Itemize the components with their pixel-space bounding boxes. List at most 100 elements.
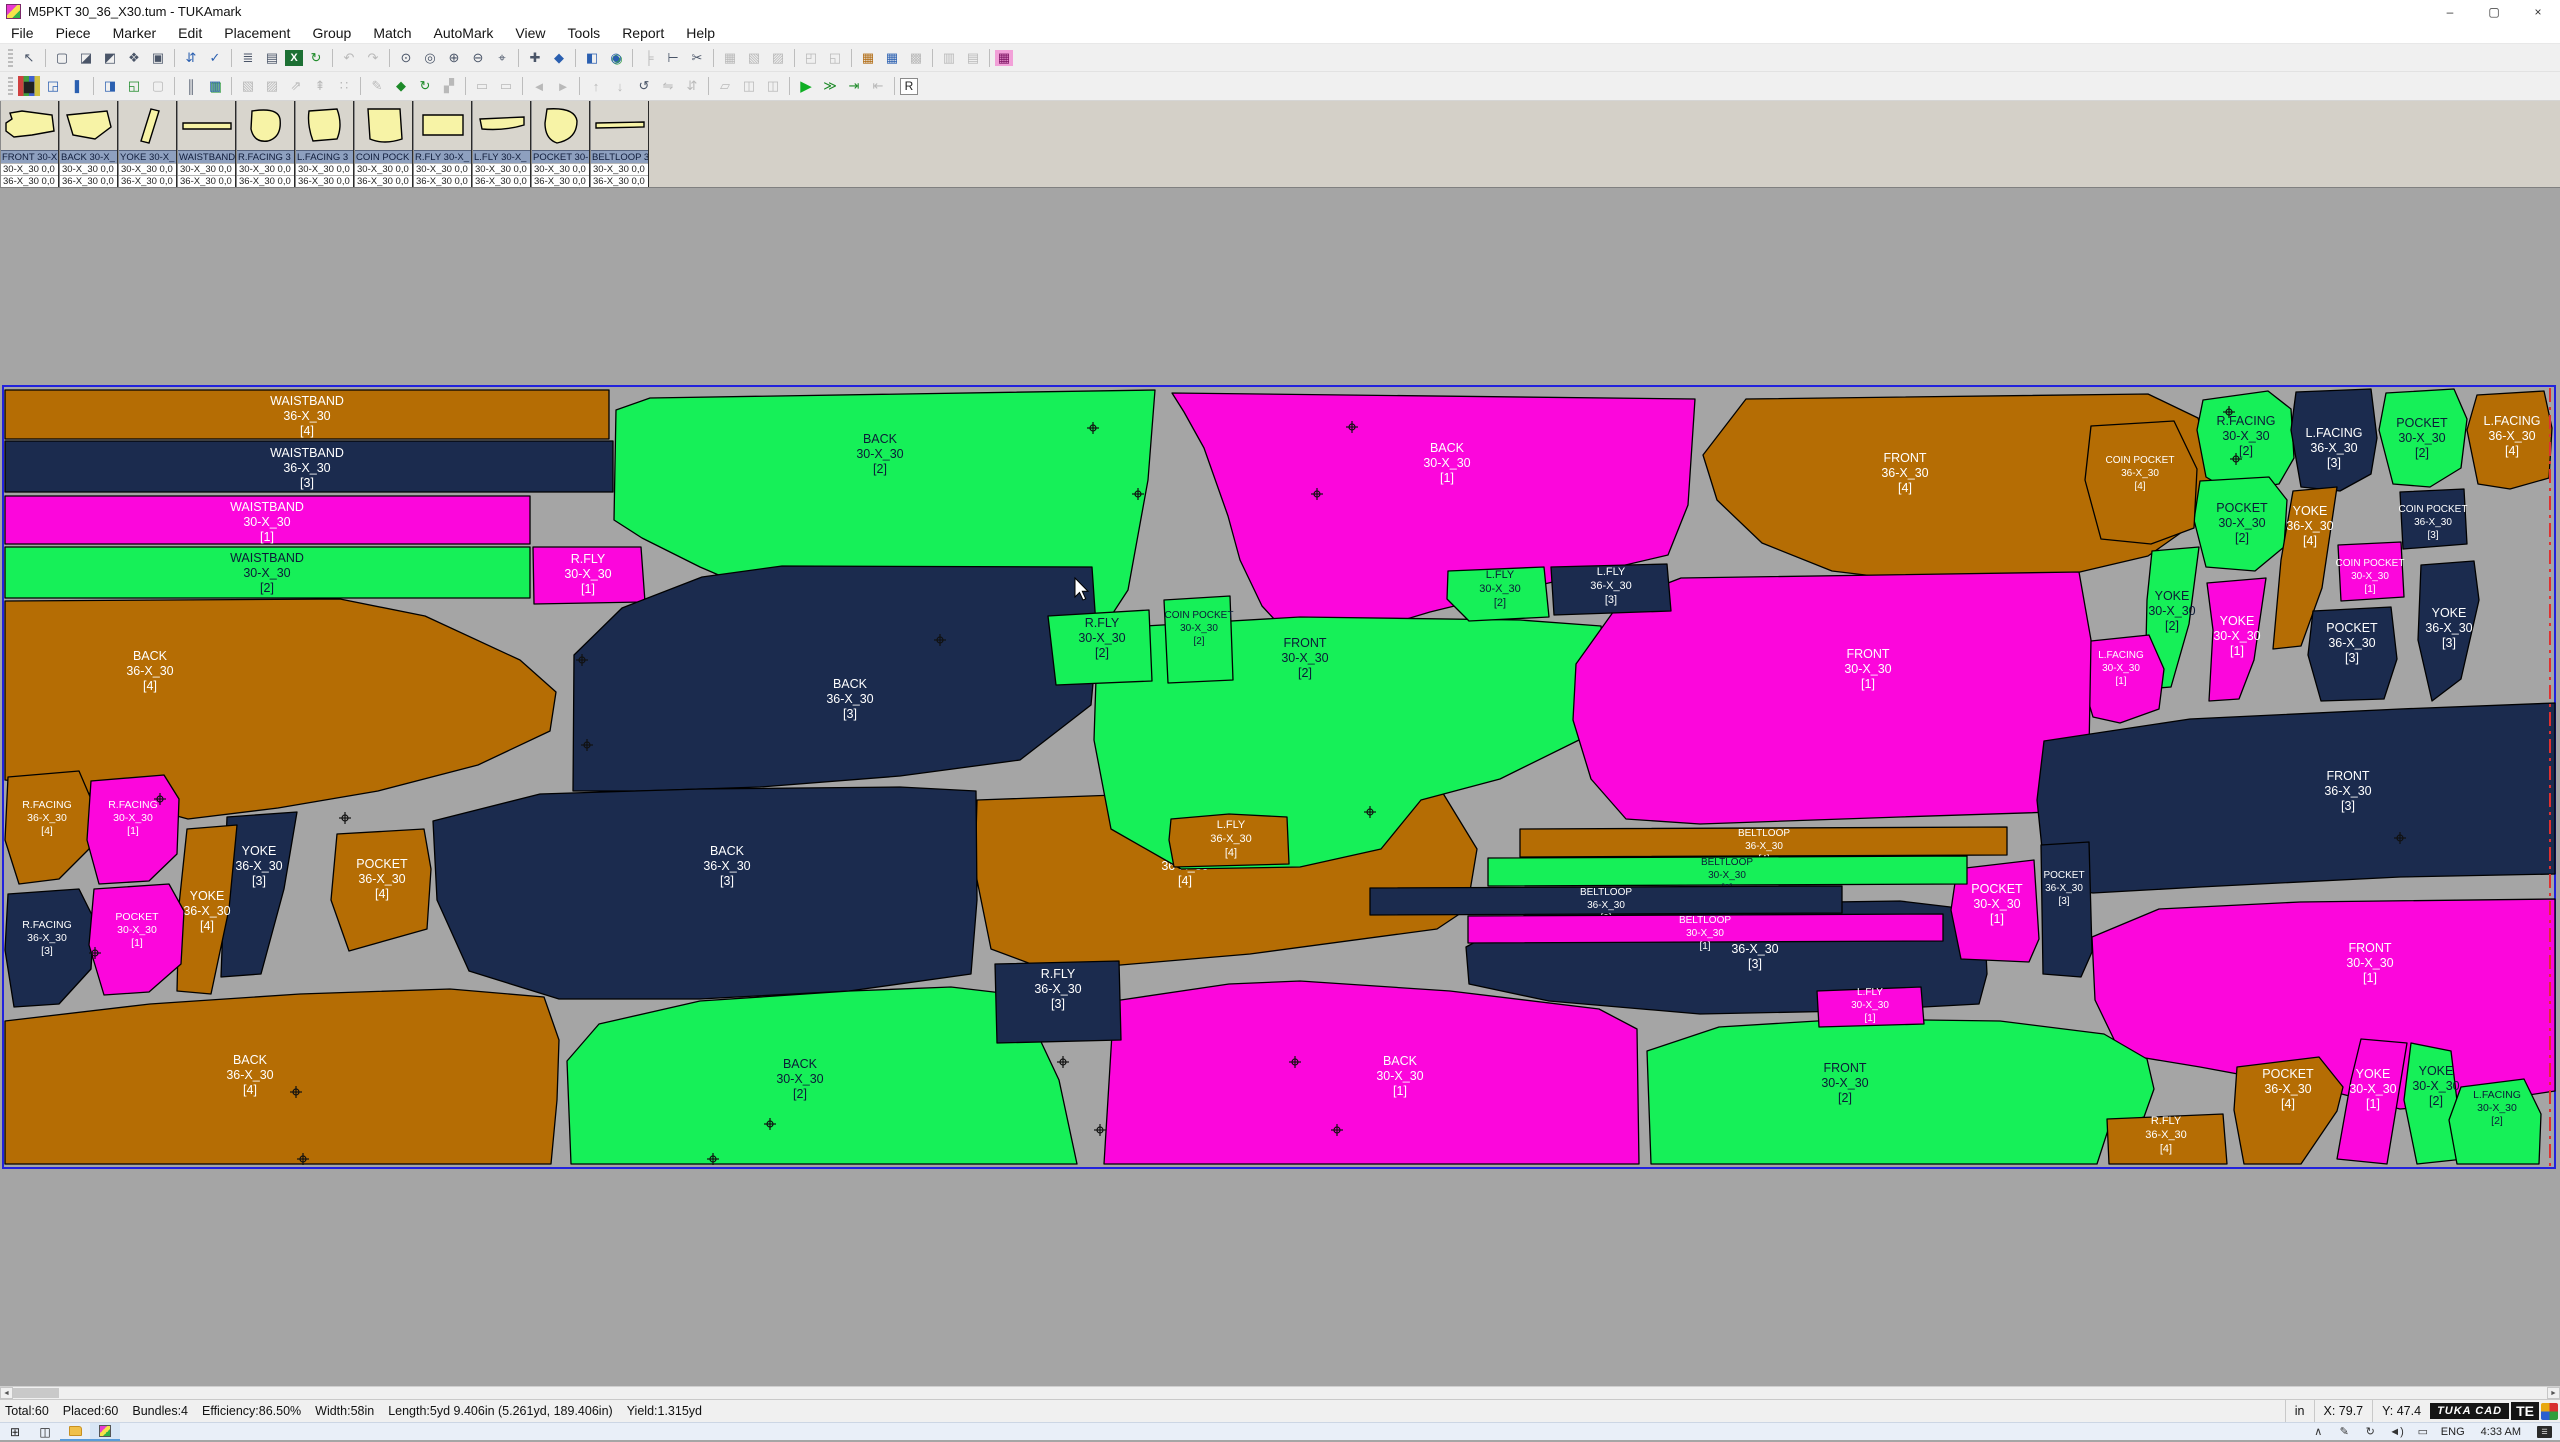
library-size-row[interactable]: 36-X_30 0,0 [473, 175, 530, 187]
measure-tool-icon[interactable]: ╞ [638, 48, 660, 68]
run-marker-icon[interactable]: ▶ [795, 76, 817, 96]
context-help-pointer-icon[interactable]: ◆ [548, 48, 570, 68]
library-size-row[interactable]: 36-X_30 0,0 [1, 175, 58, 187]
piece-bundle-icon[interactable]: ◱ [123, 76, 145, 96]
piece-pocket-36-x-30-4[interactable]: POCKET36-X_30[4] [2234, 1057, 2343, 1164]
menu-report[interactable]: Report [611, 25, 675, 41]
library-piece-pocket[interactable]: POCKET 30-30-X_30 0,036-X_30 0,0 [531, 101, 590, 187]
piece-back-36-x-30-4[interactable]: BACK36-X_30[4] [5, 989, 559, 1164]
piece-pocket-36-x-30-3[interactable]: POCKET36-X_30[3] [2041, 842, 2092, 977]
fabric-grid-icon[interactable]: ▦ [857, 48, 879, 68]
library-size-row[interactable]: 36-X_30 0,0 [591, 175, 648, 187]
area-select-icon[interactable]: ▧ [237, 76, 259, 96]
select-pointer-icon[interactable]: ↖ [18, 48, 40, 68]
menu-help[interactable]: Help [675, 25, 726, 41]
menu-tools[interactable]: Tools [557, 25, 612, 41]
network-icon[interactable]: ▭ [2416, 1422, 2430, 1442]
piece-pocket-36-x-30-3[interactable]: POCKET36-X_30[3] [2308, 607, 2397, 701]
piece-to-marker-icon[interactable]: ◲ [42, 76, 64, 96]
library-size-row[interactable]: 36-X_30 0,0 [532, 175, 589, 187]
piece-rfly-36-x-30-3[interactable]: R.FLY36-X_30[3] [995, 961, 1121, 1043]
slide-down-icon[interactable]: ↓ [609, 76, 631, 96]
piece-yoke-30-x-30-1[interactable]: YOKE30-X_30[1] [2207, 578, 2266, 701]
erase-tool-icon[interactable]: ✎ [366, 76, 388, 96]
piece-rfacing-36-x-30-4[interactable]: R.FACING36-X_30[4] [5, 771, 91, 884]
scroll-thumb[interactable] [13, 1388, 59, 1398]
nudge-right-icon[interactable]: ► [552, 76, 574, 96]
library-size-row[interactable]: 36-X_30 0,0 [60, 175, 117, 187]
rotate-r-button[interactable]: R [900, 78, 918, 95]
piece-info-icon[interactable]: ◨ [99, 76, 121, 96]
taskbar-clock[interactable]: 4:33 AM [2481, 1426, 2521, 1438]
split-view-icon[interactable]: ║ [180, 76, 202, 96]
volume-icon[interactable]: ◄) [2389, 1422, 2404, 1442]
lift-tool-icon[interactable]: ⇞ [309, 76, 331, 96]
zoom-window-icon[interactable]: ◎ [419, 48, 441, 68]
piece-pocket-30-x-30-1[interactable]: POCKET30-X_30[1] [89, 884, 184, 995]
library-size-row[interactable]: 30-X_30 0,0 [591, 163, 648, 175]
library-piece-front[interactable]: FRONT 30-X30-X_30 0,036-X_30 0,0 [0, 101, 59, 187]
redo-icon[interactable]: ↷ [362, 48, 384, 68]
fly-tool-icon[interactable]: ⇗ [285, 76, 307, 96]
piece-rfacing-30-x-30-2[interactable]: R.FACING30-X_30[2] [2197, 391, 2294, 491]
dot-grid-icon[interactable]: ∷ [333, 76, 355, 96]
cut-tool-icon[interactable]: ✂ [686, 48, 708, 68]
menu-placement[interactable]: Placement [213, 25, 301, 41]
piece-coin-pocket-30-x-30-2[interactable]: COIN POCKET30-X_30[2] [1164, 596, 1233, 683]
library-piece-yoke[interactable]: YOKE 30-X_30-X_30 0,036-X_30 0,0 [118, 101, 177, 187]
library-size-row[interactable]: 30-X_30 0,0 [296, 163, 353, 175]
what-is-pointer-icon[interactable]: ✚ [524, 48, 546, 68]
piece-back-30-x-30-1[interactable]: BACK30-X_30[1] [1104, 981, 1639, 1164]
piece-coin-pocket-36-x-30-3[interactable]: COIN POCKET36-X_30[3] [2399, 489, 2468, 549]
menu-automark[interactable]: AutoMark [422, 25, 504, 41]
preview-marker-icon[interactable]: ▭ [471, 76, 493, 96]
pair-a-icon[interactable]: ◫ [738, 76, 760, 96]
open-model-icon[interactable]: ❖ [123, 48, 145, 68]
piece-pocket-30-x-30-2[interactable]: POCKET30-X_30[2] [2194, 477, 2287, 571]
library-piece-back[interactable]: BACK 30-X_30-X_30 0,036-X_30 0,0 [59, 101, 118, 187]
save-marker-icon[interactable]: ▣ [147, 48, 169, 68]
close-button[interactable]: × [2516, 0, 2560, 23]
new-marker-icon[interactable]: ▢ [51, 48, 73, 68]
verify-pieces-icon[interactable]: ✓ [204, 48, 226, 68]
piece-waistband-30-x-30-2[interactable]: WAISTBAND30-X_30[2] [5, 547, 530, 598]
piece-waistband-36-x-30-3[interactable]: WAISTBAND36-X_30[3] [5, 441, 613, 492]
zoom-out-icon[interactable]: ⊖ [467, 48, 489, 68]
grid-light-icon[interactable]: ▩ [905, 48, 927, 68]
zoom-in-icon[interactable]: ⊕ [443, 48, 465, 68]
marker-colors-icon[interactable]: ▆ [18, 76, 40, 96]
library-piece-lfly[interactable]: L.FLY 30-X_30-X_30 0,036-X_30 0,0 [472, 101, 531, 187]
scroll-left-button[interactable]: ◄ [0, 1387, 13, 1399]
library-piece-lfacing[interactable]: L.FACING 330-X_30 0,036-X_30 0,0 [295, 101, 354, 187]
piece-rfacing-36-x-30-3[interactable]: R.FACING36-X_30[3] [5, 889, 94, 1007]
piece-waistband-36-x-30-4[interactable]: WAISTBAND36-X_30[4] [5, 390, 609, 439]
world-info-icon[interactable]: ◉ [605, 48, 627, 68]
piece-lfly-36-x-30-3[interactable]: L.FLY36-X_30[3] [1551, 564, 1671, 615]
zoom-marker-icon[interactable]: ⊙ [395, 48, 417, 68]
piece-lfly-36-x-30-4[interactable]: L.FLY36-X_30[4] [1169, 814, 1289, 867]
marker-report-icon[interactable]: ▤ [261, 48, 283, 68]
piece-back-36-x-30-4[interactable]: BACK36-X_30[4] [5, 599, 556, 819]
stripe-view-icon[interactable]: ▥ [204, 76, 226, 96]
library-piece-waistband[interactable]: WAISTBAND30-X_30 0,036-X_30 0,0 [177, 101, 236, 187]
menu-piece[interactable]: Piece [45, 25, 102, 41]
swap-piece-icon[interactable]: ↻ [414, 76, 436, 96]
marker-canvas[interactable]: WAISTBAND36-X_30[4]WAISTBAND36-X_30[3]WA… [0, 188, 2560, 1386]
match-remove-icon[interactable]: ▨ [767, 48, 789, 68]
update-pieces-icon[interactable]: ⇵ [180, 48, 202, 68]
fill-piece-icon[interactable]: ◆ [390, 76, 412, 96]
screen-capture-icon[interactable]: ↻ [2363, 1422, 2377, 1442]
import-marker-icon[interactable]: ◩ [99, 48, 121, 68]
library-piece-rfly[interactable]: R.FLY 30-X_30-X_30 0,036-X_30 0,0 [413, 101, 472, 187]
slide-up-icon[interactable]: ↑ [585, 76, 607, 96]
library-size-row[interactable]: 30-X_30 0,0 [414, 163, 471, 175]
maximize-button[interactable]: ▢ [2472, 0, 2516, 23]
match-add-icon[interactable]: ▧ [743, 48, 765, 68]
ruler-tool-icon[interactable]: ⊢ [662, 48, 684, 68]
piece-waistband-30-x-30-1[interactable]: WAISTBAND30-X_30[1] [5, 496, 530, 544]
snapshot-icon[interactable]: ▭ [495, 76, 517, 96]
marker-info-icon[interactable]: ◧ [581, 48, 603, 68]
menu-match[interactable]: Match [362, 25, 422, 41]
piece-lfacing-30-x-30-1[interactable]: L.FACING30-X_30[1] [2082, 635, 2164, 723]
piece-rfly-30-x-30-1[interactable]: R.FLY30-X_30[1] [533, 547, 645, 604]
